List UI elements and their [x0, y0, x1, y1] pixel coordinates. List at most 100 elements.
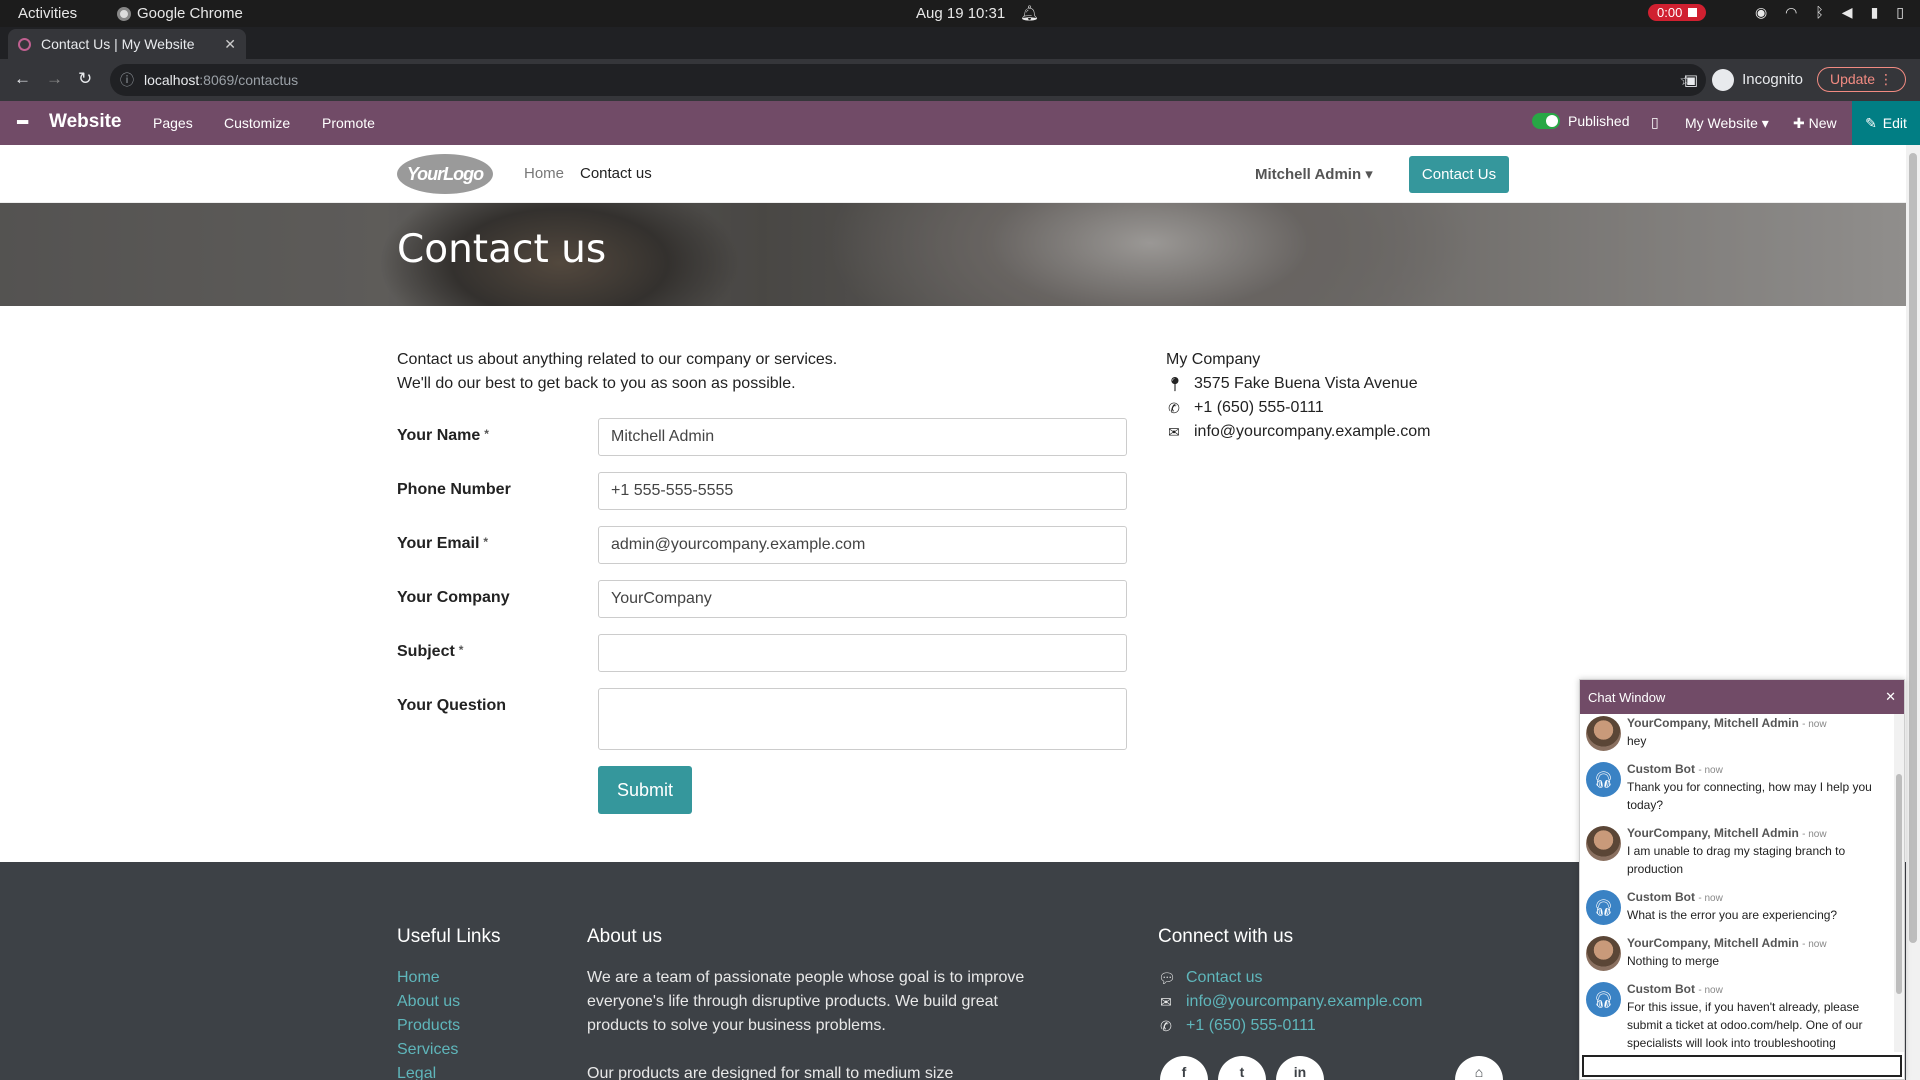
chat-composer-input[interactable] [1582, 1055, 1902, 1077]
chat-messages[interactable]: YourCompany, Mitchell Admin - now hey 🎧︎ … [1580, 714, 1896, 1052]
field-label-email: Your Email * [397, 535, 488, 553]
message-author: YourCompany, Mitchell Admin [1627, 936, 1799, 950]
footer-link-about[interactable]: About us [397, 990, 460, 1014]
linkedin-icon[interactable]: in [1276, 1056, 1324, 1080]
chat-scrollbar[interactable] [1894, 714, 1904, 1052]
mic-icon: ▮ [1870, 4, 1879, 20]
edit-label: Edit [1882, 115, 1907, 131]
message-text: For this issue, if you haven't already, … [1627, 1000, 1863, 1050]
required-mark: * [484, 427, 489, 441]
back-icon[interactable]: ← [14, 69, 31, 89]
connect-phone-link[interactable]: +1 (650) 555-0111 [1186, 1014, 1316, 1038]
close-chat-icon[interactable]: ✕ [1885, 689, 1896, 705]
question-textarea[interactable] [598, 688, 1127, 750]
url-field[interactable]: ⓘ localhost:8069/contactus ☆ [110, 64, 1706, 96]
footer-link-home[interactable]: Home [397, 966, 460, 990]
screen-recording-indicator[interactable]: 0:00 [1648, 4, 1707, 21]
new-button[interactable]: ✚ New [1793, 115, 1837, 132]
connect-title: Connect with us [1158, 926, 1294, 947]
side-panel-icon[interactable]: ▣ [1684, 71, 1698, 89]
site-info-icon[interactable]: ⓘ [120, 70, 134, 90]
user-menu[interactable]: Mitchell Admin ▾ [1255, 165, 1373, 183]
page-title: Contact us [397, 227, 607, 272]
clock[interactable]: Aug 19 10:31 [916, 5, 1005, 22]
email-field[interactable]: admin@yourcompany.example.com [598, 526, 1127, 564]
my-website-dropdown[interactable]: My Website ▾ [1685, 115, 1769, 132]
address-bar-row: ← → ↻ ⓘ localhost:8069/contactus ☆ ▣ Inc… [0, 59, 1920, 101]
message-time: now [1808, 829, 1827, 840]
chrome-icon [117, 6, 131, 21]
chat-message: YourCompany, Mitchell Admin - now I am un… [1586, 826, 1886, 878]
footer-link-products[interactable]: Products [397, 1014, 460, 1038]
field-label-name: Your Name * [397, 427, 489, 445]
menu-promote[interactable]: Promote [322, 115, 375, 131]
footer-link-legal[interactable]: Legal [397, 1062, 460, 1080]
pencil-icon: ✎ [1865, 114, 1877, 131]
avatar [1586, 716, 1621, 751]
site-logo[interactable]: YourLogo [397, 154, 493, 194]
message-author: Custom Bot [1627, 890, 1695, 904]
message-time: now [1704, 765, 1723, 776]
mobile-preview-icon[interactable]: ▯ [1651, 114, 1659, 131]
map-marker-icon: 📍︎ [1166, 376, 1184, 392]
new-label: New [1808, 115, 1837, 131]
subject-field[interactable] [598, 634, 1127, 672]
wifi-icon: ◠ [1785, 4, 1798, 20]
header-contact-button[interactable]: Contact Us [1409, 156, 1509, 193]
useful-links-title: Useful Links [397, 926, 501, 947]
app-name: Google Chrome [137, 5, 243, 22]
forward-icon[interactable]: → [46, 69, 63, 89]
nav-contact-us[interactable]: Contact us [580, 165, 652, 182]
submit-button[interactable]: Submit [598, 766, 692, 814]
company-field[interactable]: YourCompany [598, 580, 1127, 618]
phone-field[interactable]: +1 555-555-5555 [598, 472, 1127, 510]
field-label-phone: Phone Number [397, 481, 511, 498]
about-paragraph-1: We are a team of passionate people whose… [587, 969, 1025, 1034]
about-text: We are a team of passionate people whose… [587, 966, 1037, 1080]
chat-title: Chat Window [1588, 689, 1666, 705]
os-top-bar: Activities Google Chrome Aug 19 10:31 🔔︎… [0, 0, 1920, 27]
nav-home[interactable]: Home [524, 165, 564, 182]
menu-pages[interactable]: Pages [153, 115, 193, 131]
close-tab-icon[interactable]: ✕ [224, 36, 236, 53]
published-label: Published [1568, 113, 1630, 129]
twitter-icon[interactable]: t [1218, 1056, 1266, 1080]
menu-customize[interactable]: Customize [224, 115, 290, 131]
connect-email-link[interactable]: info@yourcompany.example.com [1186, 990, 1423, 1014]
intro-text: Contact us about anything related to our… [397, 348, 837, 396]
edit-button[interactable]: ✎ Edit [1852, 101, 1920, 145]
company-info: My Company 📍︎ 3575 Fake Buena Vista Avenu… [1166, 348, 1431, 444]
system-tray[interactable]: ◉ ◠ ᛒ ◀ ▮ ▯ [1755, 4, 1904, 21]
intro-line-2: We'll do our best to get back to you as … [397, 375, 796, 392]
scrollbar-thumb[interactable] [1909, 153, 1917, 943]
published-toggle[interactable]: Published [1532, 113, 1630, 129]
incognito-indicator[interactable]: Incognito [1712, 68, 1803, 91]
apps-grid-icon[interactable]: ▪▪▪ [16, 114, 29, 132]
activities-button[interactable]: Activities [18, 5, 77, 22]
page-scrollbar[interactable] [1906, 145, 1920, 1080]
footer-link-services[interactable]: Services [397, 1038, 460, 1062]
chat-message: 🎧︎ Custom Bot - now For this issue, if yo… [1586, 982, 1886, 1052]
avatar [1586, 936, 1621, 971]
facebook-icon[interactable]: f [1160, 1056, 1208, 1080]
message-text: Thank you for connecting, how may I help… [1627, 780, 1872, 812]
incognito-label: Incognito [1742, 71, 1803, 88]
required-mark: * [458, 643, 464, 657]
chat-scrollbar-thumb[interactable] [1896, 774, 1902, 994]
about-paragraph-2: Our products are designed for small to m… [587, 1065, 954, 1080]
chat-message: YourCompany, Mitchell Admin - now Nothing… [1586, 936, 1886, 971]
home-icon[interactable]: ⌂ [1455, 1056, 1503, 1080]
update-button[interactable]: Update ⋮ [1816, 67, 1906, 92]
app-brand[interactable]: Website [49, 111, 122, 133]
about-title: About us [587, 926, 662, 947]
chat-header[interactable]: Chat Window ✕ [1580, 680, 1904, 714]
browser-tab[interactable]: Contact Us | My Website ✕ [8, 29, 246, 59]
chat-message: 🎧︎ Custom Bot - now Thank you for connect… [1586, 762, 1886, 814]
reload-icon[interactable]: ↻ [78, 69, 92, 89]
name-field[interactable]: Mitchell Admin [598, 418, 1127, 456]
connect-contact-link[interactable]: Contact us [1186, 966, 1262, 990]
company-address: 3575 Fake Buena Vista Avenue [1194, 375, 1418, 392]
recording-time: 0:00 [1657, 5, 1683, 20]
incognito-icon [1712, 68, 1735, 91]
app-menu[interactable]: Google Chrome [117, 5, 243, 22]
